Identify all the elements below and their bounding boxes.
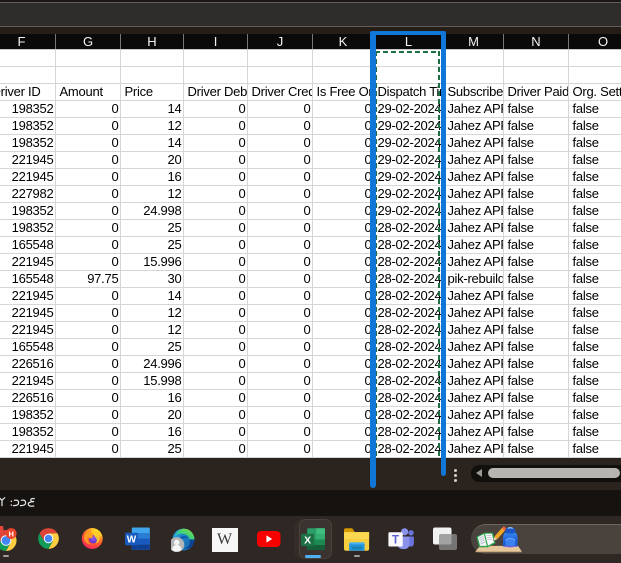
svg-text:W: W: [126, 535, 136, 546]
svg-text:H: H: [8, 529, 13, 538]
svg-text:X: X: [304, 534, 311, 546]
svg-text:T: T: [391, 535, 398, 547]
